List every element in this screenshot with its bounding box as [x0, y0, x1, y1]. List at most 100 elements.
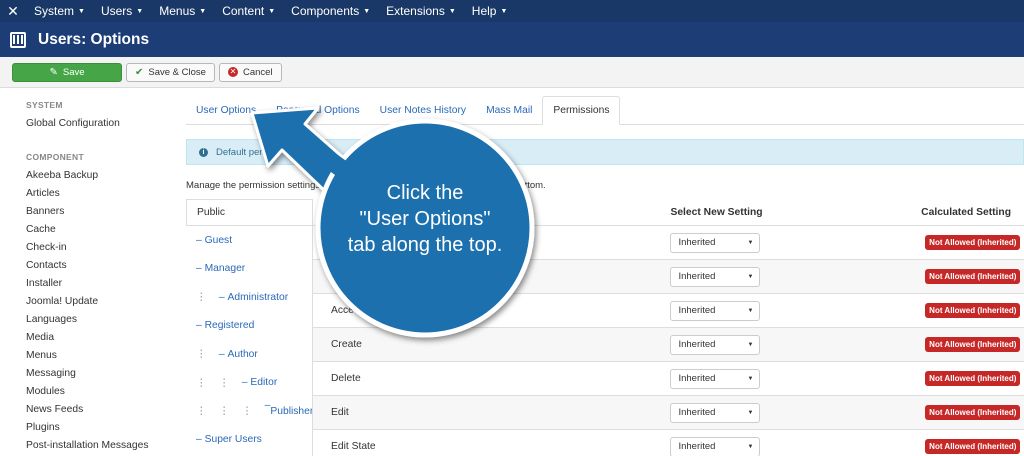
check-icon: ✔	[135, 66, 144, 78]
top-navigation: ✕ System ▼ Users ▼ Menus ▼ Content ▼ Compone…	[0, 0, 1024, 22]
sidebar-item-messaging[interactable]: Messaging	[26, 364, 176, 382]
callout-line: Click the	[386, 182, 464, 204]
calculated-cell: Not Allowed (Inherited)	[842, 371, 1024, 386]
sidebar-item-check-in[interactable]: Check-in	[26, 238, 176, 256]
setting-select-value: Inherited	[678, 271, 716, 282]
setting-select-value: Inherited	[678, 305, 716, 316]
calculated-cell: Not Allowed (Inherited)	[842, 405, 1024, 420]
sidebar-item-languages[interactable]: Languages	[26, 310, 176, 328]
sidebar-item-banners[interactable]: Banners	[26, 202, 176, 220]
setting-select[interactable]: Inherited ▼	[670, 266, 761, 287]
calculated-setting-badge: Not Allowed (Inherited)	[925, 337, 1021, 352]
sidebar-item-post-installation-messages[interactable]: Post-installation Messages	[26, 436, 176, 454]
nav-help[interactable]: Help ▼	[464, 4, 516, 18]
setting-select[interactable]: Inherited ▼	[670, 334, 761, 355]
edit-icon: ✎	[49, 66, 58, 78]
nav-menus[interactable]: Menus ▼	[151, 4, 214, 18]
sidebar-item-media[interactable]: Media	[26, 328, 176, 346]
setting-select[interactable]: Inherited ▼	[670, 368, 761, 389]
setting-select[interactable]: Inherited ▼	[670, 402, 761, 423]
info-alert: i Default perm d for all c	[186, 139, 1024, 165]
permission-row: Delete Inherited ▼ Not Allowed (Inherited)	[313, 361, 1024, 395]
group-label: Author	[227, 348, 258, 360]
tree-indent: ⋮	[196, 349, 219, 361]
page-title: Users: Options	[38, 30, 150, 48]
setting-select-value: Inherited	[678, 407, 716, 418]
sidebar-item-cache[interactable]: Cache	[26, 220, 176, 238]
nav-content[interactable]: Content ▼	[214, 4, 283, 18]
sidebar-item-joomla-update[interactable]: Joomla! Update	[26, 292, 176, 310]
dropdown-arrow-icon: ▼	[747, 307, 754, 314]
permission-action: Edit State	[331, 441, 376, 452]
group-author[interactable]: ⋮ – Author	[186, 340, 312, 369]
group-administrator[interactable]: ⋮ – Administrator	[186, 283, 312, 312]
group-manager[interactable]: – Manager	[186, 255, 312, 284]
dropdown-arrow-icon: ▼	[747, 375, 754, 382]
nav-extensions[interactable]: Extensions ▼	[378, 4, 464, 18]
sidebar-item-global-configuration[interactable]: Global Configuration	[26, 114, 176, 132]
save-close-label: Save & Close	[148, 66, 206, 78]
tab-mass-mail[interactable]: Mass Mail	[476, 96, 542, 124]
setting-select[interactable]: Inherited ▼	[670, 232, 761, 253]
group-guest[interactable]: – Guest	[186, 226, 312, 255]
calculated-setting-badge: Not Allowed (Inherited)	[925, 405, 1021, 420]
nav-label: Content	[222, 4, 265, 18]
setting-select[interactable]: Inherited ▼	[670, 300, 761, 321]
header-new-setting: Select New Setting	[670, 206, 763, 218]
save-close-button[interactable]: ✔ Save & Close	[126, 62, 215, 82]
sidebar-item-installer[interactable]: Installer	[26, 274, 176, 292]
calculated-setting-badge: Not Allowed (Inherited)	[925, 235, 1021, 250]
cancel-label: Cancel	[242, 66, 273, 78]
permission-row: Edit Inherited ▼ Not Allowed (Inherited)	[313, 395, 1024, 429]
permission-row: Inherited ▼ Not Allowed (Inherited)	[313, 259, 1024, 293]
sidebar-item-akeeba-backup[interactable]: Akeeba Backup	[26, 166, 176, 184]
title-bar: Users: Options	[0, 22, 1024, 57]
permission-setting-cell: Inherited ▼	[658, 334, 842, 355]
setting-select-value: Inherited	[678, 441, 716, 452]
nav-system[interactable]: System ▼	[26, 4, 93, 18]
permission-setting-cell: Inherited ▼	[658, 368, 842, 389]
permission-setting-cell: Inherited ▼	[658, 402, 842, 423]
joomla-logo-icon[interactable]: ✕	[0, 0, 26, 22]
sidebar-item-news-feeds[interactable]: News Feeds	[26, 400, 176, 418]
callout-line: tab along the top.	[347, 234, 503, 256]
tab-password-options[interactable]: Password Options	[266, 96, 370, 124]
permission-action: Create	[331, 339, 362, 350]
tab-user-options[interactable]: User Options	[186, 96, 266, 124]
nav-users[interactable]: Users ▼	[93, 4, 151, 18]
sidebar-item-modules[interactable]: Modules	[26, 382, 176, 400]
cancel-icon: ✕	[227, 67, 238, 77]
setting-select-value: Inherited	[678, 237, 716, 248]
calculated-cell: Not Allowed (Inherited)	[842, 337, 1024, 352]
tree-indent: ⋮ ⋮	[196, 377, 242, 389]
group-publisher[interactable]: ⋮ ⋮ ⋮ – Publisher	[186, 397, 313, 426]
group-public[interactable]: Public	[186, 199, 312, 226]
toolbar: ✎ Save ✔ Save & Close ✕ Cancel	[0, 57, 1024, 88]
sidebar-heading-system: SYSTEM	[26, 100, 63, 110]
alert-text-start: Default perm	[216, 146, 271, 158]
sidebar-item-menus[interactable]: Menus	[26, 346, 176, 364]
tab-user-notes-history[interactable]: User Notes History	[370, 96, 476, 124]
users-options-icon	[10, 31, 26, 48]
dropdown-arrow-icon: ▼	[747, 239, 754, 246]
save-button[interactable]: ✎ Save	[12, 62, 122, 82]
dropdown-arrow-icon: ▼	[747, 273, 754, 280]
nav-label: Help	[471, 4, 497, 18]
sidebar-item-contacts[interactable]: Contacts	[26, 256, 176, 274]
group-super-users[interactable]: – Super Users	[186, 426, 312, 455]
sidebar-item-plugins[interactable]: Plugins	[26, 418, 176, 436]
dropdown-arrow-icon: ▼	[747, 341, 754, 348]
tree-indent: ⋮ ⋮ ⋮	[196, 406, 265, 418]
calculated-cell: Not Allowed (Inherited)	[842, 235, 1024, 250]
group-registered[interactable]: – Registered	[186, 312, 312, 341]
calculated-cell: Not Allowed (Inherited)	[842, 269, 1024, 284]
setting-select[interactable]: Inherited ▼	[670, 436, 761, 456]
cancel-button[interactable]: ✕ Cancel	[218, 62, 282, 82]
sidebar-item-articles[interactable]: Articles	[26, 184, 176, 202]
nav-components[interactable]: Components ▼	[283, 4, 378, 18]
nav-label: System	[34, 4, 75, 18]
calculated-cell: Not Allowed (Inherited)	[842, 303, 1024, 318]
tab-permissions[interactable]: Permissions	[542, 96, 621, 125]
group-editor[interactable]: ⋮ ⋮ – Editor	[186, 369, 312, 398]
permission-setting-cell: Inherited ▼	[658, 300, 842, 321]
